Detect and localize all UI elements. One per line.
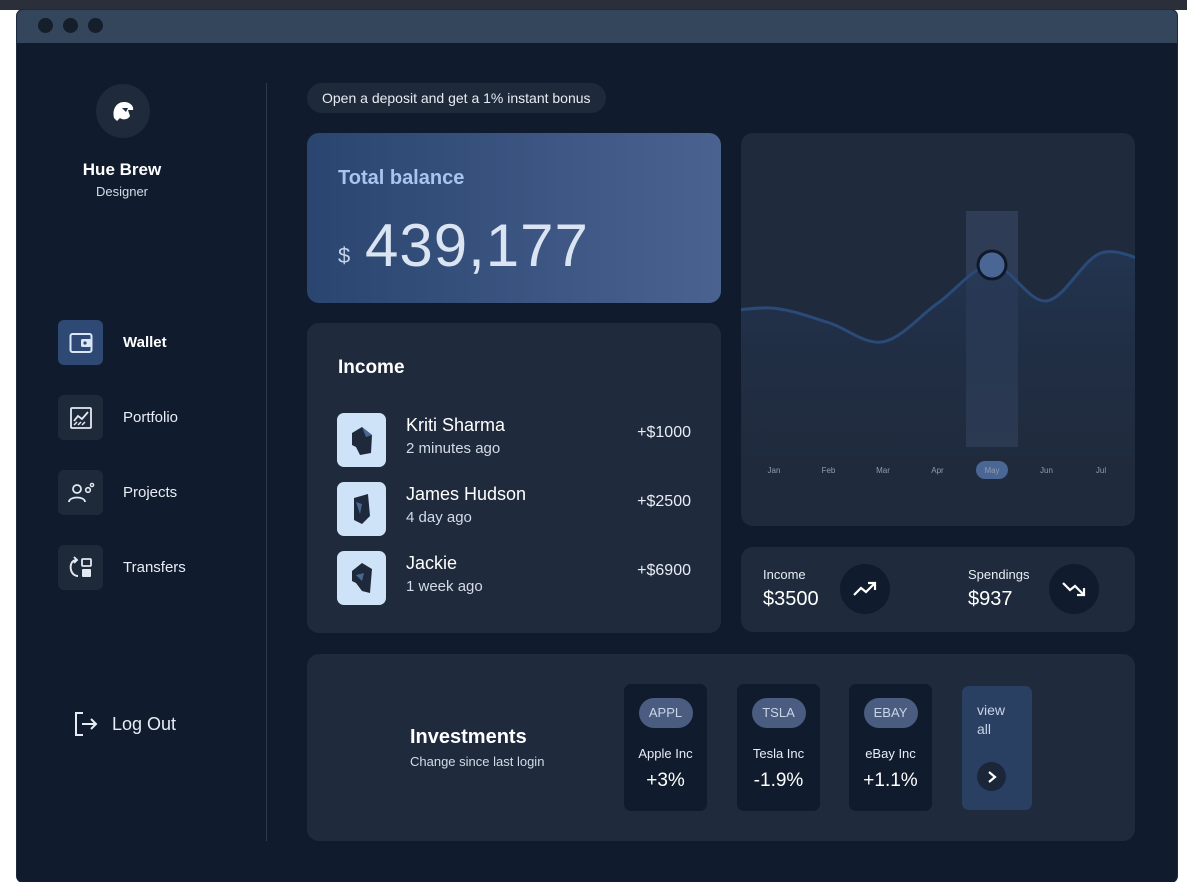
app-window: Hue Brew Designer Wallet Portfolio Proje…: [17, 10, 1177, 882]
stock-change: +3%: [646, 770, 685, 791]
trend-up-icon: [840, 564, 890, 614]
top-strip: [0, 0, 1187, 10]
promo-banner[interactable]: Open a deposit and get a 1% instant bonu…: [307, 83, 606, 113]
transaction-amount: +$6900: [637, 562, 691, 579]
month-label[interactable]: Jan: [768, 466, 781, 475]
transaction-amount: +$2500: [637, 493, 691, 510]
chart-icon: [58, 395, 103, 440]
user-role: Designer: [95, 184, 149, 199]
logout-label: Log Out: [112, 714, 177, 734]
month-label[interactable]: Apr: [931, 466, 944, 475]
transaction-amount: +$1000: [637, 424, 691, 441]
month-label[interactable]: May: [984, 466, 999, 475]
income-stat-label: Income: [763, 567, 806, 582]
sidebar-item-label: Portfolio: [123, 409, 179, 426]
stock-change: -1.9%: [753, 770, 804, 791]
income-title: Income: [338, 357, 405, 378]
contact-avatar: [337, 482, 386, 536]
window-maximize-dot[interactable]: [88, 18, 103, 33]
trend-down-icon: [1049, 564, 1099, 614]
spendings-stat-label: Spendings: [968, 567, 1030, 582]
transfer-icon: [58, 545, 103, 590]
month-label[interactable]: Mar: [876, 466, 890, 475]
spendings-stat-value: $937: [968, 588, 1013, 610]
stats-card: Income $3500 Spendings $937: [741, 547, 1135, 632]
sidebar-item-transfers[interactable]: Transfers: [58, 545, 258, 590]
sidebar-item-label: Transfers: [123, 559, 186, 576]
income-row[interactable]: Kriti Sharma 2 minutes ago +$1000: [337, 413, 693, 468]
sidebar-item-wallet[interactable]: Wallet: [58, 320, 258, 365]
stock-ticker: APPL: [638, 698, 693, 728]
income-row[interactable]: Jackie 1 week ago +$6900: [337, 551, 693, 606]
logout-button[interactable]: Log Out: [73, 710, 203, 740]
stock-ticker: EBAY: [863, 698, 918, 728]
transaction-time: 2 minutes ago: [406, 440, 501, 457]
balance-chart[interactable]: Jan Feb Mar Apr May Jun Jul: [741, 133, 1135, 526]
balance-chart-card: Jan Feb Mar Apr May Jun Jul: [741, 133, 1135, 526]
transaction-time: 4 day ago: [406, 509, 472, 526]
month-label[interactable]: Jun: [1040, 466, 1053, 475]
stock-name: Tesla Inc: [752, 746, 805, 761]
sidebar-item-projects[interactable]: Projects: [58, 470, 258, 515]
window-minimize-dot[interactable]: [63, 18, 78, 33]
income-row[interactable]: James Hudson 4 day ago +$2500: [337, 482, 693, 537]
transaction-time: 1 week ago: [406, 578, 483, 595]
contact-name: James Hudson: [406, 484, 527, 504]
chevron-right-icon: [977, 762, 1006, 791]
income-card: Income Kriti Sharma 2 minutes ago +$1000…: [307, 323, 721, 633]
balance-card: Total balance $ 439,177: [307, 133, 721, 303]
window-close-dot[interactable]: [38, 18, 53, 33]
sidebar-item-label: Wallet: [123, 334, 167, 351]
stock-card-ebay[interactable]: EBAY eBay Inc +1.1%: [849, 684, 932, 811]
wallet-icon: [58, 320, 103, 365]
investments-card: Investments Change since last login APPL…: [307, 654, 1135, 841]
chart-area: [741, 251, 1135, 526]
month-label[interactable]: Feb: [822, 466, 836, 475]
stock-card-appl[interactable]: APPL Apple Inc +3%: [624, 684, 707, 811]
contact-name: Jackie: [406, 553, 458, 573]
chart-highlight-point[interactable]: [976, 249, 1008, 281]
contact-name: Kriti Sharma: [406, 415, 506, 435]
user-avatar-icon: [113, 102, 134, 121]
view-all-button[interactable]: view all: [962, 686, 1032, 810]
balance-currency: $: [338, 243, 351, 268]
window-titlebar: [17, 10, 1177, 43]
stock-name: eBay Inc: [865, 746, 916, 761]
user-name: Hue Brew: [82, 160, 162, 179]
investments-title: Investments: [410, 726, 527, 748]
contact-avatar: [337, 413, 386, 467]
investments-subtitle: Change since last login: [410, 754, 545, 769]
balance-title: Total balance: [338, 167, 465, 189]
month-label[interactable]: Jul: [1096, 466, 1106, 475]
sidebar-item-label: Projects: [123, 484, 178, 501]
stock-change: +1.1%: [863, 770, 918, 791]
view-all-label: view all: [977, 702, 1006, 737]
stock-name: Apple Inc: [638, 746, 693, 761]
sidebar-item-portfolio[interactable]: Portfolio: [58, 395, 258, 440]
income-stat-value: $3500: [763, 588, 819, 610]
stock-card-tsla[interactable]: TSLA Tesla Inc -1.9%: [737, 684, 820, 811]
contact-avatar: [337, 551, 386, 605]
logout-icon: [75, 712, 98, 736]
balance-amount: 439,177: [365, 212, 589, 279]
stock-ticker: TSLA: [751, 698, 806, 728]
team-settings-icon: [58, 470, 103, 515]
sidebar-divider: [266, 83, 267, 841]
user-avatar[interactable]: [96, 84, 150, 138]
